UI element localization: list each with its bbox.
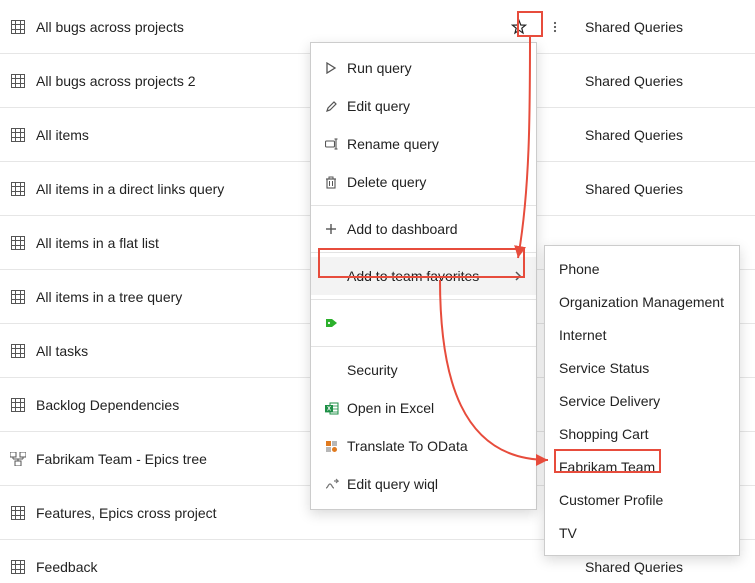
menu-separator (311, 205, 536, 206)
query-type-icon (0, 560, 36, 574)
play-icon (325, 62, 347, 74)
team-option[interactable]: Service Status (545, 351, 739, 384)
menu-separator (311, 346, 536, 347)
query-type-icon (0, 182, 36, 196)
query-folder: Shared Queries (573, 19, 755, 35)
rename-icon (325, 138, 347, 150)
team-option[interactable]: Phone (545, 252, 739, 285)
context-menu: Run query Edit query Rename query Delete… (310, 42, 537, 510)
menu-label: Rename query (347, 136, 522, 152)
query-folder: Shared Queries (573, 559, 755, 575)
query-type-icon (0, 452, 36, 466)
menu-run-query[interactable]: Run query (311, 49, 536, 87)
more-actions-button[interactable] (537, 20, 573, 34)
menu-tag[interactable] (311, 304, 536, 342)
team-option[interactable]: TV (545, 516, 739, 549)
tag-icon (325, 317, 347, 329)
team-option[interactable]: Customer Profile (545, 483, 739, 516)
plus-icon (325, 223, 347, 235)
trash-icon (325, 176, 347, 189)
excel-icon: X (325, 402, 347, 415)
menu-rename-query[interactable]: Rename query (311, 125, 536, 163)
query-type-icon (0, 398, 36, 412)
menu-separator (311, 299, 536, 300)
wiql-icon (325, 478, 347, 490)
menu-label: Add to team favorites (347, 268, 514, 284)
chevron-right-icon (514, 270, 522, 282)
menu-edit-query[interactable]: Edit query (311, 87, 536, 125)
query-type-icon (0, 290, 36, 304)
menu-label: Run query (347, 60, 522, 76)
menu-label: Edit query (347, 98, 522, 114)
query-name: All bugs across projects (36, 19, 501, 35)
menu-label: Edit query wiql (347, 476, 522, 492)
query-type-icon (0, 20, 36, 34)
svg-text:X: X (327, 406, 331, 412)
menu-label: Add to dashboard (347, 221, 522, 237)
team-option[interactable]: Shopping Cart (545, 417, 739, 450)
team-option[interactable]: Internet (545, 318, 739, 351)
menu-add-dashboard[interactable]: Add to dashboard (311, 210, 536, 248)
menu-security[interactable]: Security (311, 351, 536, 389)
menu-translate-odata[interactable]: Translate To OData (311, 427, 536, 465)
menu-open-excel[interactable]: X Open in Excel (311, 389, 536, 427)
team-option[interactable]: Organization Management (545, 285, 739, 318)
query-type-icon (0, 344, 36, 358)
team-option[interactable]: Service Delivery (545, 384, 739, 417)
app-root: All bugs across projectsShared QueriesAl… (0, 0, 755, 583)
query-type-icon (0, 128, 36, 142)
menu-label: Delete query (347, 174, 522, 190)
star-icon[interactable] (501, 19, 537, 35)
query-type-icon (0, 236, 36, 250)
query-folder: Shared Queries (573, 73, 755, 89)
pencil-icon (325, 100, 347, 113)
odata-icon (325, 440, 347, 453)
query-type-icon (0, 74, 36, 88)
team-option[interactable]: Fabrikam Team (545, 450, 739, 483)
query-folder: Shared Queries (573, 127, 755, 143)
menu-label: Open in Excel (347, 400, 522, 416)
menu-separator (311, 252, 536, 253)
menu-delete-query[interactable]: Delete query (311, 163, 536, 201)
query-folder: Shared Queries (573, 181, 755, 197)
menu-edit-wiql[interactable]: Edit query wiql (311, 465, 536, 503)
query-name: Feedback (36, 559, 501, 575)
query-type-icon (0, 506, 36, 520)
team-favorites-submenu: PhoneOrganization ManagementInternetServ… (544, 245, 740, 556)
menu-label: Translate To OData (347, 438, 522, 454)
menu-add-team-favorites[interactable]: Add to team favorites (311, 257, 536, 295)
menu-label: Security (347, 362, 522, 378)
